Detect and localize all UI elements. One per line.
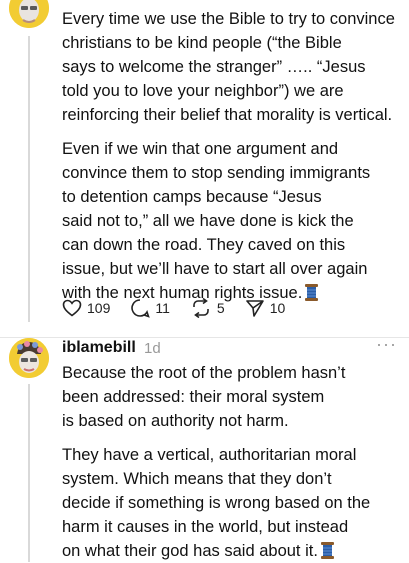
- spool-of-thread-emoji: [305, 284, 319, 301]
- username[interactable]: iblamebill: [62, 339, 136, 357]
- post-paragraph: Even if we win that one argument and con…: [62, 140, 371, 302]
- repost-count: 5: [216, 300, 225, 316]
- reply-button[interactable]: 11: [130, 298, 170, 318]
- post-body: Because the root of the problem hasn’t b…: [62, 361, 407, 563]
- repost-button[interactable]: 5: [190, 298, 225, 318]
- thread-line: [28, 36, 30, 322]
- repost-icon: [193, 298, 209, 318]
- share-button[interactable]: 10: [245, 298, 286, 318]
- divider: [0, 337, 409, 338]
- like-button[interactable]: 109: [62, 299, 110, 317]
- spool-of-thread-emoji: [320, 542, 334, 559]
- like-count: 109: [87, 300, 111, 316]
- thread-line: [28, 384, 30, 562]
- avatar[interactable]: [9, 338, 49, 378]
- more-icon[interactable]: ···: [376, 334, 397, 355]
- reply-icon: [131, 299, 151, 318]
- share-count: 10: [269, 300, 286, 316]
- reply-count: 11: [155, 300, 170, 316]
- post-paragraph: Because the root of the problem hasn’t b…: [62, 364, 346, 430]
- timestamp: 1d: [144, 340, 161, 357]
- post-body: Every time we use the Bible to try to co…: [62, 7, 407, 305]
- heart-icon: [62, 299, 82, 317]
- share-icon: [245, 300, 264, 317]
- avatar[interactable]: [9, 0, 49, 28]
- post-paragraph: They have a vertical, authoritarian mora…: [62, 446, 371, 560]
- post-paragraph: Every time we use the Bible to try to co…: [62, 10, 395, 124]
- post-actions: 109 11 5 10: [62, 296, 305, 320]
